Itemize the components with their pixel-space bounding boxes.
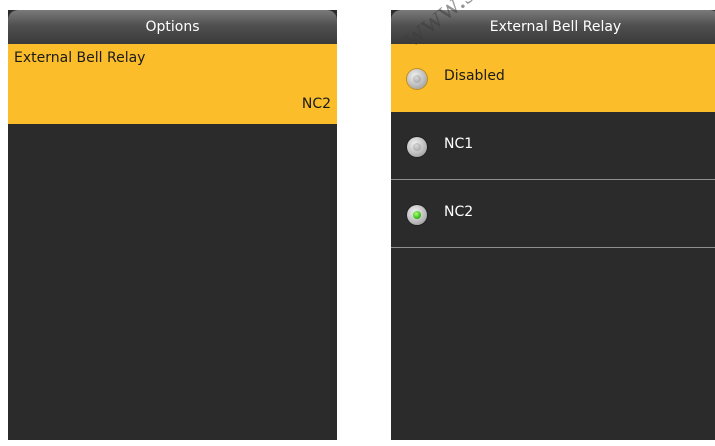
radio-off-icon xyxy=(413,143,421,151)
external-bell-relay-screen: External Bell Relay Disabled NC1 NC2 xyxy=(391,10,715,440)
radio-button-icon xyxy=(407,69,427,89)
external-bell-relay-label: External Bell Relay xyxy=(14,50,146,66)
external-bell-relay-title: External Bell Relay xyxy=(489,19,622,35)
option-label: Disabled xyxy=(444,68,505,84)
radio-button-icon xyxy=(407,137,427,157)
radio-off-icon xyxy=(413,75,421,83)
radio-on-icon xyxy=(413,211,421,219)
options-title: Options xyxy=(145,19,200,35)
external-bell-relay-menu-item[interactable]: External Bell Relay NC2 xyxy=(8,44,337,124)
external-bell-relay-value: NC2 xyxy=(301,96,331,112)
option-nc1[interactable]: NC1 xyxy=(391,112,715,180)
option-label: NC1 xyxy=(444,136,474,152)
option-nc2[interactable]: NC2 xyxy=(391,180,715,248)
options-title-bar: Options xyxy=(8,10,337,44)
options-screen: Options External Bell Relay NC2 xyxy=(8,10,337,440)
option-disabled[interactable]: Disabled xyxy=(391,44,715,112)
radio-button-icon xyxy=(407,205,427,225)
external-bell-relay-title-bar: External Bell Relay xyxy=(391,10,715,44)
option-label: NC2 xyxy=(444,204,474,220)
